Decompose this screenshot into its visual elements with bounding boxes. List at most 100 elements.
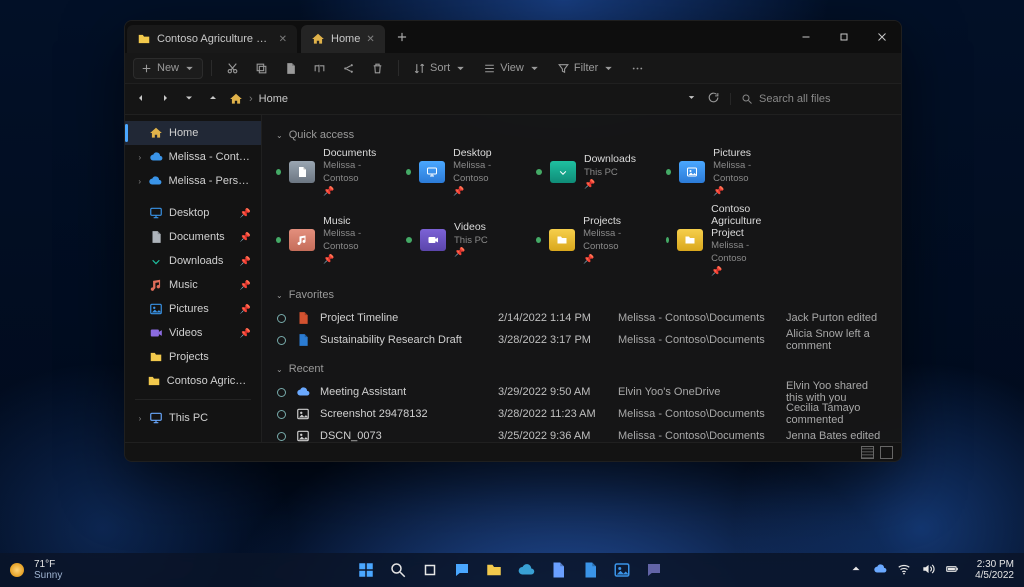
pin-icon: 📌 (323, 254, 334, 264)
quick-access-tile[interactable]: DesktopMelissa - Contoso📌 (406, 147, 518, 197)
file-date: 3/28/2022 3:17 PM (498, 334, 608, 346)
list-item[interactable]: Screenshot 294781323/28/2022 11:23 AMMel… (276, 403, 887, 425)
taskbar-weather[interactable]: 71°F Sunny (0, 559, 180, 581)
list-item[interactable]: Sustainability Research Draft 3/28/2022 3… (276, 329, 887, 351)
section-favorites[interactable]: ⌄Favorites (276, 289, 887, 301)
recent-locations[interactable] (183, 92, 195, 107)
file-name: Sustainability Research Draft (320, 334, 488, 346)
quick-access-tile[interactable]: Contoso Agriculture ProjectMelissa - Con… (666, 203, 778, 277)
tray-wifi[interactable] (897, 562, 911, 579)
taskbar-file-explorer[interactable] (480, 556, 508, 584)
tray-volume[interactable] (921, 562, 935, 579)
tab-strip: Contoso Agriculture Project ✕ Home ✕ (125, 21, 901, 53)
sort-menu[interactable]: Sort (407, 59, 473, 78)
tab-home[interactable]: Home ✕ (301, 25, 385, 53)
sync-status-icon (276, 432, 286, 441)
status-bar (125, 442, 901, 461)
tile-title: Downloads (584, 153, 636, 165)
sidebar-item-thispc[interactable]: ›This PC (125, 406, 261, 430)
widgets-button[interactable] (448, 556, 476, 584)
search-icon (741, 93, 753, 105)
close-icon[interactable]: ✕ (366, 34, 374, 45)
sidebar-item-music[interactable]: Music📌 (125, 273, 261, 297)
taskbar-edge[interactable] (512, 556, 540, 584)
file-activity: Jenna Bates edited (786, 430, 887, 442)
pin-icon: 📌 (240, 328, 251, 339)
task-view-button[interactable] (416, 556, 444, 584)
tile-subtitle: This PC (584, 167, 618, 178)
command-bar: New Sort View Filter (125, 53, 901, 84)
forward-button[interactable] (159, 92, 171, 107)
quick-access-tile[interactable]: MusicMelissa - Contoso📌 (276, 203, 388, 277)
quick-access-tile[interactable]: VideosThis PC📌 (406, 203, 518, 277)
folder-icon (550, 161, 576, 183)
taskbar-clock[interactable]: 2:30 PM 4/5/2022 (975, 559, 1014, 582)
close-button[interactable] (863, 21, 901, 53)
new-tab-button[interactable] (387, 21, 417, 53)
tray-chevron[interactable] (849, 562, 863, 579)
quick-access-tile[interactable]: PicturesMelissa - Contoso📌 (666, 147, 778, 197)
back-button[interactable] (135, 92, 147, 107)
file-date: 3/28/2022 11:23 AM (498, 408, 608, 420)
taskbar-search[interactable] (384, 556, 412, 584)
taskbar-store[interactable] (544, 556, 572, 584)
close-icon[interactable]: ✕ (279, 34, 287, 45)
address-dropdown[interactable] (686, 92, 697, 106)
list-item[interactable]: DSCN_00733/25/2022 9:36 AMMelissa - Cont… (276, 425, 887, 442)
large-icons-button[interactable] (880, 446, 893, 459)
tray-battery[interactable] (945, 562, 959, 579)
tile-subtitle: Melissa - Contoso (713, 160, 751, 184)
sidebar-item-documents[interactable]: Documents📌 (125, 225, 261, 249)
quick-access-tile[interactable]: DocumentsMelissa - Contoso📌 (276, 147, 388, 197)
pin-icon: 📌 (240, 232, 251, 243)
quick-access-tile[interactable]: DownloadsThis PC📌 (536, 147, 648, 197)
breadcrumb[interactable]: › Home (229, 92, 676, 106)
sidebar-item-projects[interactable]: Projects (125, 345, 261, 369)
new-button[interactable]: New (133, 58, 203, 79)
cut-button[interactable] (220, 59, 245, 78)
delete-button[interactable] (365, 59, 390, 78)
file-location: Elvin Yoo's OneDrive (618, 386, 776, 398)
list-item[interactable]: Meeting Assistant3/29/2022 9:50 AMElvin … (276, 381, 887, 403)
search-input[interactable]: Search all files (730, 93, 891, 105)
tab-label: Home (331, 33, 360, 45)
minimize-button[interactable] (787, 21, 825, 53)
sidebar-item-desktop[interactable]: Desktop📌 (125, 201, 261, 225)
tab-contoso-project[interactable]: Contoso Agriculture Project ✕ (127, 25, 297, 53)
quick-access-tile[interactable]: ProjectsMelissa - Contoso📌 (536, 203, 648, 277)
filter-menu[interactable]: Filter (551, 59, 621, 78)
sidebar-item-onedrive-personal[interactable]: › Melissa - Personal (125, 169, 261, 193)
sidebar-item-downloads[interactable]: Downloads 📌 (125, 249, 261, 273)
more-button[interactable] (625, 59, 650, 78)
list-item[interactable]: Project Timeline2/14/2022 1:14 PMMelissa… (276, 307, 887, 329)
view-menu[interactable]: View (477, 59, 547, 78)
pin-icon: 📌 (240, 256, 251, 267)
up-button[interactable] (207, 92, 219, 107)
maximize-button[interactable] (825, 21, 863, 53)
tray-onedrive[interactable] (873, 562, 887, 579)
section-quick-access[interactable]: ⌄Quick access (276, 129, 887, 141)
section-recent[interactable]: ⌄Recent (276, 363, 887, 375)
sync-status-icon (276, 410, 286, 419)
sidebar-item-onedrive-contoso[interactable]: › Melissa - Contoso (125, 145, 261, 169)
sync-status-icon (276, 169, 281, 175)
sidebar-item-videos[interactable]: Videos📌 (125, 321, 261, 345)
sidebar-item-home[interactable]: Home (125, 121, 261, 145)
sidebar-item-label: Downloads (169, 255, 223, 267)
taskbar-mail[interactable] (576, 556, 604, 584)
paste-button[interactable] (278, 59, 303, 78)
sidebar-item-label: Desktop (169, 207, 209, 219)
tile-subtitle: Melissa - Contoso (711, 240, 749, 264)
rename-button[interactable] (307, 59, 332, 78)
sidebar-item-contoso-agriculture[interactable]: Contoso Agriculture Project (125, 369, 261, 393)
pin-icon: 📌 (323, 186, 334, 196)
sidebar-item-pictures[interactable]: Pictures📌 (125, 297, 261, 321)
details-view-button[interactable] (861, 446, 874, 459)
share-button[interactable] (336, 59, 361, 78)
tile-subtitle: Melissa - Contoso (323, 228, 361, 252)
taskbar-teams[interactable] (640, 556, 668, 584)
refresh-button[interactable] (707, 91, 720, 107)
start-button[interactable] (352, 556, 380, 584)
taskbar-photos[interactable] (608, 556, 636, 584)
copy-button[interactable] (249, 59, 274, 78)
